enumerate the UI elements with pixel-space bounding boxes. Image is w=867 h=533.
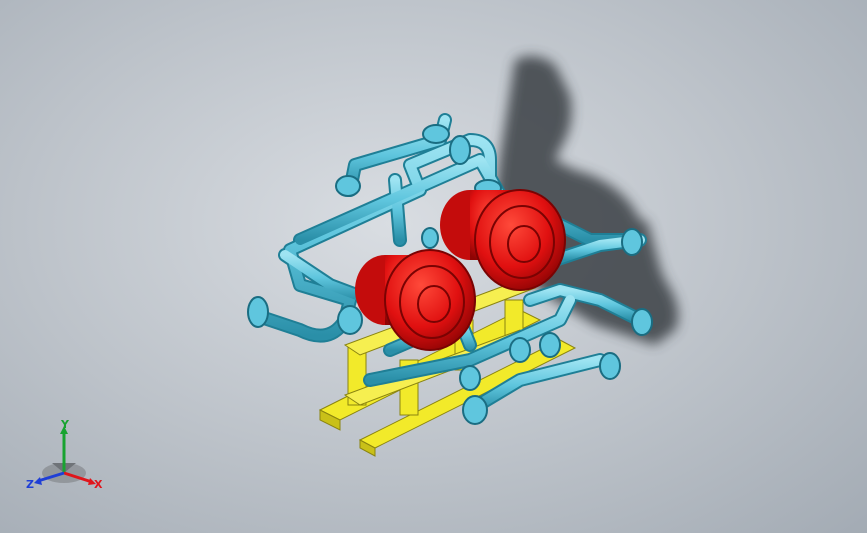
x-axis-label: X	[94, 478, 103, 491]
z-axis-label: Z	[26, 478, 34, 491]
z-arrowhead-icon	[34, 477, 42, 485]
orientation-triad[interactable]: Y X Z	[24, 418, 104, 498]
3d-viewport[interactable]	[0, 0, 867, 533]
y-axis-label: Y	[60, 418, 70, 431]
